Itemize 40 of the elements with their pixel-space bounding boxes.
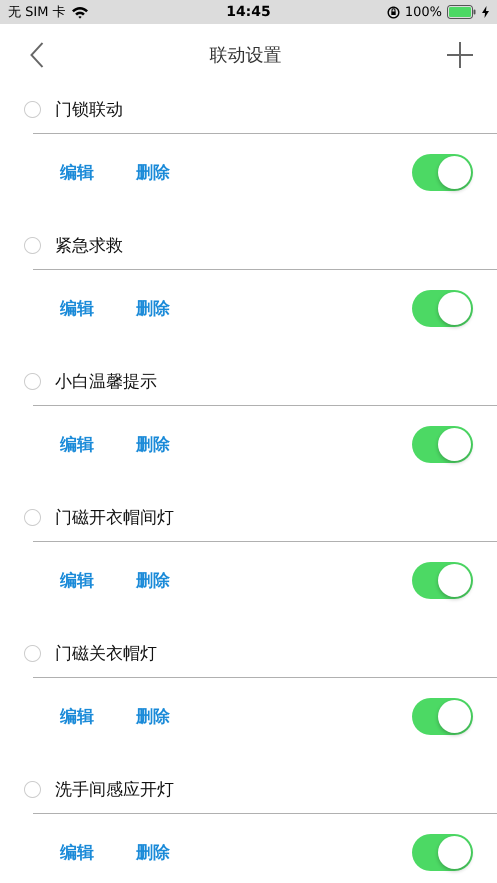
toggle-switch[interactable] — [412, 426, 473, 462]
linkage-name: 门锁联动 — [55, 98, 123, 120]
radio-button[interactable] — [24, 100, 41, 118]
linkage-name: 门磁开衣帽间灯 — [55, 506, 174, 528]
linkage-name: 紧急求救 — [55, 234, 123, 256]
battery-percent: 100% — [404, 4, 442, 20]
radio-button[interactable] — [24, 508, 41, 526]
delete-link[interactable]: 删除 — [136, 568, 170, 592]
battery-icon — [446, 5, 477, 19]
radio-button[interactable] — [24, 236, 41, 254]
delete-link[interactable]: 删除 — [136, 432, 170, 456]
toggle-switch[interactable] — [412, 834, 473, 870]
delete-link[interactable]: 删除 — [136, 840, 170, 864]
carrier-text: 无 SIM 卡 — [8, 4, 66, 21]
linkage-name: 小白温馨提示 — [55, 370, 157, 392]
charging-icon — [482, 6, 489, 18]
rotation-lock-icon — [386, 6, 400, 18]
back-icon[interactable] — [30, 42, 44, 68]
toggle-switch[interactable] — [412, 290, 473, 326]
edit-link[interactable]: 编辑 — [60, 432, 94, 456]
delete-link[interactable]: 删除 — [136, 704, 170, 728]
wifi-icon — [70, 6, 89, 18]
radio-button[interactable] — [24, 372, 41, 390]
clock-text: 14:45 — [226, 4, 271, 20]
radio-button[interactable] — [24, 780, 41, 798]
page-title: 联动设置 — [210, 44, 282, 66]
toggle-switch[interactable] — [412, 698, 473, 734]
edit-link[interactable]: 编辑 — [60, 160, 94, 184]
radio-button[interactable] — [24, 644, 41, 662]
add-icon[interactable] — [447, 42, 473, 68]
linkage-name: 洗手间感应开灯 — [55, 778, 174, 800]
delete-link[interactable]: 删除 — [136, 160, 170, 184]
linkage-name: 门磁关衣帽灯 — [55, 642, 157, 664]
toggle-switch[interactable] — [412, 154, 473, 190]
edit-link[interactable]: 编辑 — [60, 704, 94, 728]
edit-link[interactable]: 编辑 — [60, 568, 94, 592]
toggle-switch[interactable] — [412, 562, 473, 598]
edit-link[interactable]: 编辑 — [60, 296, 94, 320]
edit-link[interactable]: 编辑 — [60, 840, 94, 864]
delete-link[interactable]: 删除 — [136, 296, 170, 320]
